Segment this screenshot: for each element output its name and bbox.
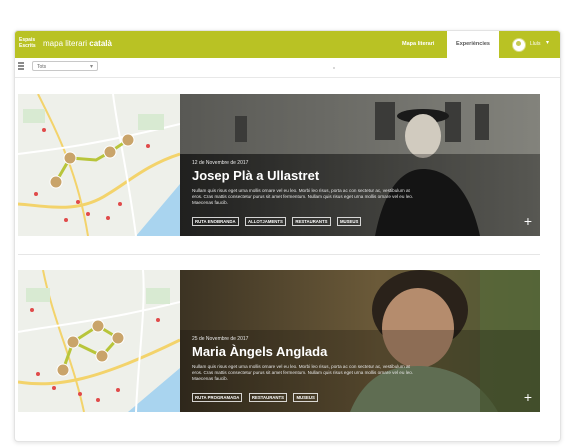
card-title[interactable]: Maria Àngels Anglada bbox=[192, 344, 432, 359]
card-description: Nullam quis risus eget urna mollis ornar… bbox=[192, 364, 414, 381]
brand-bold: català bbox=[89, 39, 112, 48]
list-view-icon[interactable] bbox=[18, 62, 24, 71]
card-text: 25 de Novembre de 2017 Maria Àngels Angl… bbox=[192, 336, 432, 382]
tag[interactable]: MUSEUS bbox=[336, 217, 362, 226]
route-map[interactable] bbox=[18, 94, 180, 236]
category-select-value: Tots bbox=[37, 64, 47, 70]
nav-tab-experiencies[interactable]: Experiències bbox=[447, 31, 499, 58]
category-select[interactable]: Tots ▾ bbox=[32, 61, 98, 71]
chevron-down-icon: ▾ bbox=[89, 64, 93, 70]
top-navigation-bar: Espais Escrits mapa literari català Mapa… bbox=[15, 31, 560, 58]
tag[interactable]: RESTAURANTS bbox=[248, 393, 288, 402]
user-name: Lluís bbox=[530, 41, 541, 47]
separator-dot bbox=[333, 67, 335, 69]
tag[interactable]: RESTAURANTS bbox=[292, 217, 331, 226]
tag[interactable]: ALLOTJAMENTS bbox=[245, 217, 286, 226]
card-date: 12 de Novembre de 2017 bbox=[192, 160, 249, 166]
site-logo[interactable]: Espais Escrits bbox=[19, 37, 37, 49]
tag[interactable]: RUTA PROGRAMADA bbox=[192, 393, 243, 402]
card-description: Nullam quis risus eget urna mollis ornar… bbox=[192, 188, 414, 205]
card-tags: RUTA ENOBRANDA ALLOTJAMENTS RESTAURANTS … bbox=[192, 210, 363, 228]
divider bbox=[18, 254, 540, 255]
site-brand[interactable]: mapa literari català bbox=[43, 39, 112, 48]
experience-card[interactable]: 12 de Novembre de 2017 Josep Plà a Ullas… bbox=[18, 94, 540, 236]
brand-prefix: mapa literari bbox=[43, 39, 90, 48]
tag[interactable]: RUTA ENOBRANDA bbox=[192, 217, 239, 226]
plus-icon[interactable]: + bbox=[524, 390, 532, 404]
tag[interactable]: MUSEUS bbox=[293, 393, 318, 402]
experience-photo[interactable]: 25 de Novembre de 2017 Maria Àngels Angl… bbox=[180, 270, 540, 412]
card-tags: RUTA PROGRAMADA RESTAURANTS MUSEUS bbox=[192, 386, 320, 404]
experience-photo[interactable]: 12 de Novembre de 2017 Josep Plà a Ullas… bbox=[180, 94, 540, 236]
user-menu[interactable]: Lluís ▾ bbox=[512, 38, 558, 52]
card-date: 25 de Novembre de 2017 bbox=[192, 336, 249, 342]
plus-icon[interactable]: + bbox=[524, 214, 532, 228]
route-map[interactable] bbox=[18, 270, 180, 412]
avatar bbox=[512, 38, 526, 52]
chevron-down-icon: ▾ bbox=[546, 40, 550, 46]
card-title[interactable]: Josep Plà a Ullastret bbox=[192, 168, 432, 183]
app-window: Espais Escrits mapa literari català Mapa… bbox=[14, 30, 561, 442]
card-text: 12 de Novembre de 2017 Josep Plà a Ullas… bbox=[192, 160, 432, 206]
experience-card[interactable]: 25 de Novembre de 2017 Maria Àngels Angl… bbox=[18, 270, 540, 412]
filter-bar: Tots ▾ bbox=[15, 58, 560, 78]
nav-link-mapa-literari[interactable]: Mapa literari bbox=[402, 41, 434, 47]
